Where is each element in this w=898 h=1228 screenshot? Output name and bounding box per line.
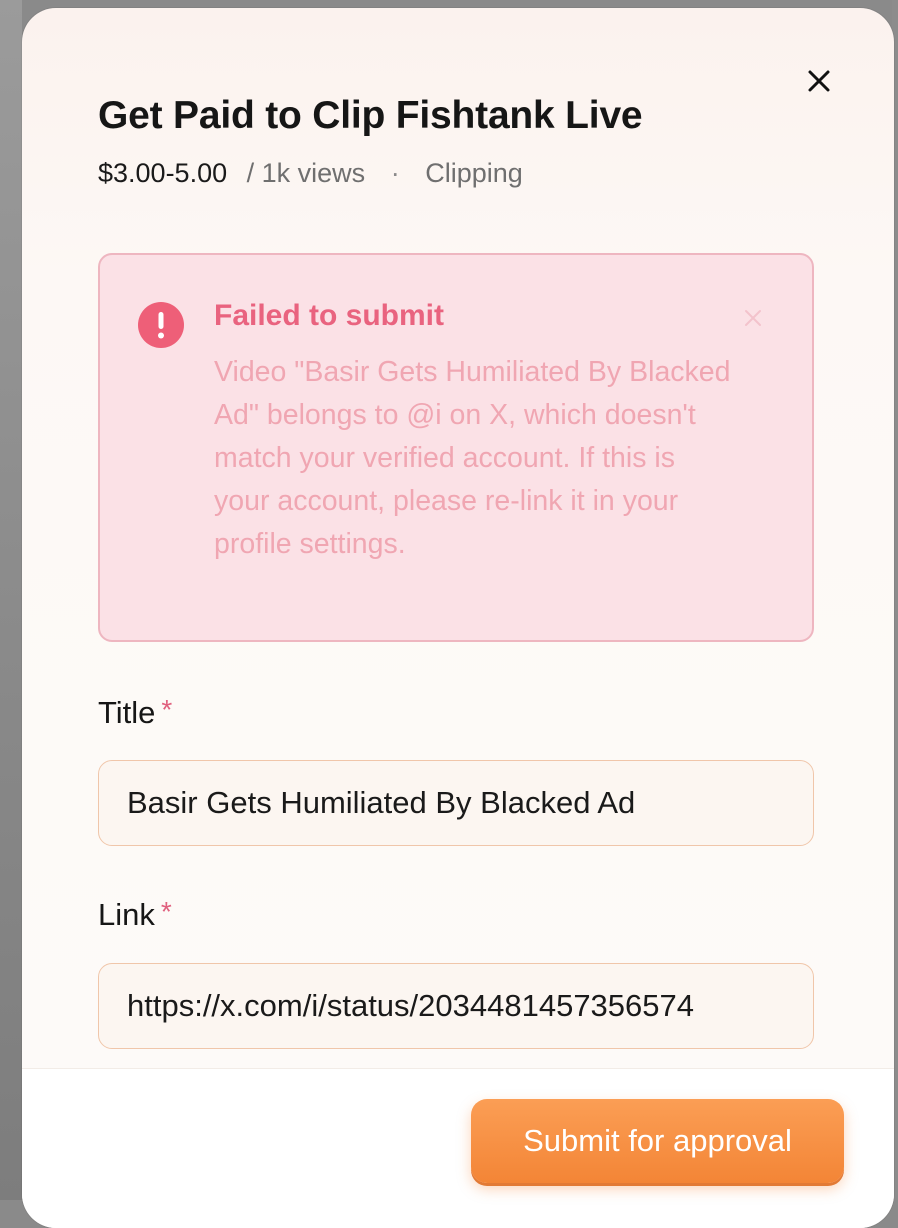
close-icon	[808, 70, 830, 92]
title-label-text: Title	[98, 695, 156, 730]
dialog-footer: Submit for approval	[22, 1068, 894, 1228]
dialog-title: Get Paid to Clip Fishtank Live	[98, 94, 643, 137]
link-field-label: Link *	[98, 896, 172, 933]
close-icon[interactable]	[742, 307, 764, 329]
rate-unit: / 1k views	[246, 158, 366, 188]
title-field-label: Title *	[98, 694, 172, 731]
alert-title: Failed to submit	[214, 299, 445, 332]
title-input[interactable]	[98, 760, 814, 846]
campaign-meta: $3.00-5.00 / 1k views · Clipping	[98, 158, 523, 189]
link-input[interactable]	[98, 963, 814, 1049]
meta-separator: ·	[390, 158, 400, 188]
alert-message: Video "Basir Gets Humiliated By Blacked …	[214, 356, 731, 560]
price-range: $3.00-5.00	[98, 158, 228, 188]
link-label-text: Link	[98, 897, 155, 932]
required-asterisk: *	[161, 694, 173, 725]
required-asterisk: *	[160, 896, 172, 927]
exclamation-circle-icon	[138, 302, 184, 348]
submission-dialog: Get Paid to Clip Fishtank Live $3.00-5.0…	[22, 8, 894, 1228]
submit-for-approval-button[interactable]: Submit for approval	[471, 1099, 844, 1183]
category-label: Clipping	[425, 158, 523, 188]
close-dialog-button[interactable]	[802, 64, 836, 98]
page-backdrop	[0, 0, 22, 1200]
error-alert: Failed to submit Video "Basir Gets Humil…	[98, 253, 814, 642]
